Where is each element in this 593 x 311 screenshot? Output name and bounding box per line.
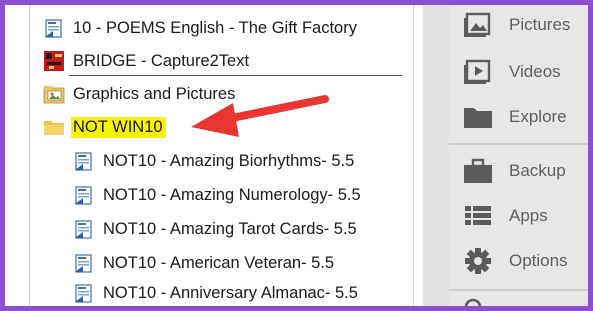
tree-item-american-veteran[interactable]: NOT10 - American Veteran- 5.5 bbox=[73, 250, 334, 276]
pictures-icon bbox=[463, 11, 503, 39]
tree-item-label: 10 - POEMS English - The Gift Factory bbox=[73, 18, 357, 37]
screenshot-frame: 10 - POEMS English - The Gift Factory BR… bbox=[5, 5, 588, 306]
tree-item-anniversary-almanac[interactable]: NOT10 - Anniversary Almanac- 5.5 bbox=[73, 280, 358, 306]
sidebar-item-label: Pictures bbox=[509, 15, 571, 34]
tree-item-amazing-tarot-cards[interactable]: NOT10 - Amazing Tarot Cards- 5.5 bbox=[73, 216, 357, 242]
tree-item-graphics-and-pictures[interactable]: Graphics and Pictures bbox=[43, 81, 235, 107]
folder-icon bbox=[463, 103, 503, 131]
app-document-icon bbox=[75, 186, 92, 205]
tree-item-label: NOT10 - Amazing Numerology- 5.5 bbox=[103, 185, 361, 204]
list-icon bbox=[463, 202, 503, 230]
videos-icon bbox=[463, 58, 503, 86]
app-document-icon bbox=[45, 19, 62, 38]
tree-item-not-win10[interactable]: NOT WIN10 bbox=[43, 114, 166, 140]
sidebar-item-apps[interactable]: Apps bbox=[449, 196, 588, 236]
tree-item-label: NOT10 - Amazing Biorhythms- 5.5 bbox=[103, 151, 355, 170]
capture-app-icon bbox=[44, 51, 64, 71]
sidebar-item-backup[interactable]: Backup bbox=[449, 151, 588, 191]
folder-icon bbox=[44, 121, 64, 135]
folder-tree: 10 - POEMS English - The Gift Factory BR… bbox=[5, 5, 423, 306]
tree-item-label: NOT10 - Anniversary Almanac- 5.5 bbox=[103, 283, 358, 302]
sidebar-separator bbox=[449, 289, 588, 291]
app-document-icon bbox=[75, 152, 92, 171]
app-document-icon bbox=[75, 254, 92, 273]
sidebar-item-label: Explore bbox=[509, 107, 567, 126]
tree-left-border bbox=[29, 5, 30, 306]
tree-item-label-highlighted: NOT WIN10 bbox=[71, 116, 166, 138]
sidebar-item-label: Backup bbox=[509, 161, 566, 180]
tree-item-poems-english[interactable]: 10 - POEMS English - The Gift Factory bbox=[43, 15, 357, 41]
sidebar-separator bbox=[449, 143, 588, 145]
pictures-folder-icon bbox=[43, 86, 65, 104]
sidebar-item-explore[interactable]: Explore bbox=[449, 97, 588, 137]
tree-right-border bbox=[413, 5, 414, 306]
sidebar-item-videos[interactable]: Videos bbox=[449, 52, 588, 92]
tree-item-bridge-capture2text[interactable]: BRIDGE - Capture2Text bbox=[43, 48, 249, 74]
sidebar-item-options[interactable]: Options bbox=[449, 241, 588, 281]
tree-item-label: Graphics and Pictures bbox=[73, 84, 236, 103]
sidebar-item-pictures[interactable]: Pictures bbox=[449, 5, 588, 45]
sidebar-strip bbox=[423, 5, 449, 306]
sidebar-item-label: Videos bbox=[509, 62, 561, 81]
sidebar-item-label: Options bbox=[509, 251, 568, 270]
tree-item-label: BRIDGE - Capture2Text bbox=[73, 51, 250, 70]
tree-item-amazing-numerology[interactable]: NOT10 - Amazing Numerology- 5.5 bbox=[73, 182, 361, 208]
app-document-icon bbox=[75, 220, 92, 239]
tree-divider bbox=[69, 75, 402, 76]
search-icon bbox=[463, 295, 487, 306]
tree-item-amazing-biorhythms[interactable]: NOT10 - Amazing Biorhythms- 5.5 bbox=[73, 148, 354, 174]
sidebar: Pictures Videos Explore Backup Apps Opti… bbox=[423, 5, 588, 306]
sidebar-item-label: Apps bbox=[509, 206, 548, 225]
gear-icon bbox=[463, 247, 503, 275]
briefcase-icon bbox=[463, 157, 503, 185]
app-document-icon bbox=[75, 284, 92, 303]
tree-item-label: NOT10 - Amazing Tarot Cards- 5.5 bbox=[103, 219, 357, 238]
tree-item-label: NOT10 - American Veteran- 5.5 bbox=[103, 253, 335, 272]
